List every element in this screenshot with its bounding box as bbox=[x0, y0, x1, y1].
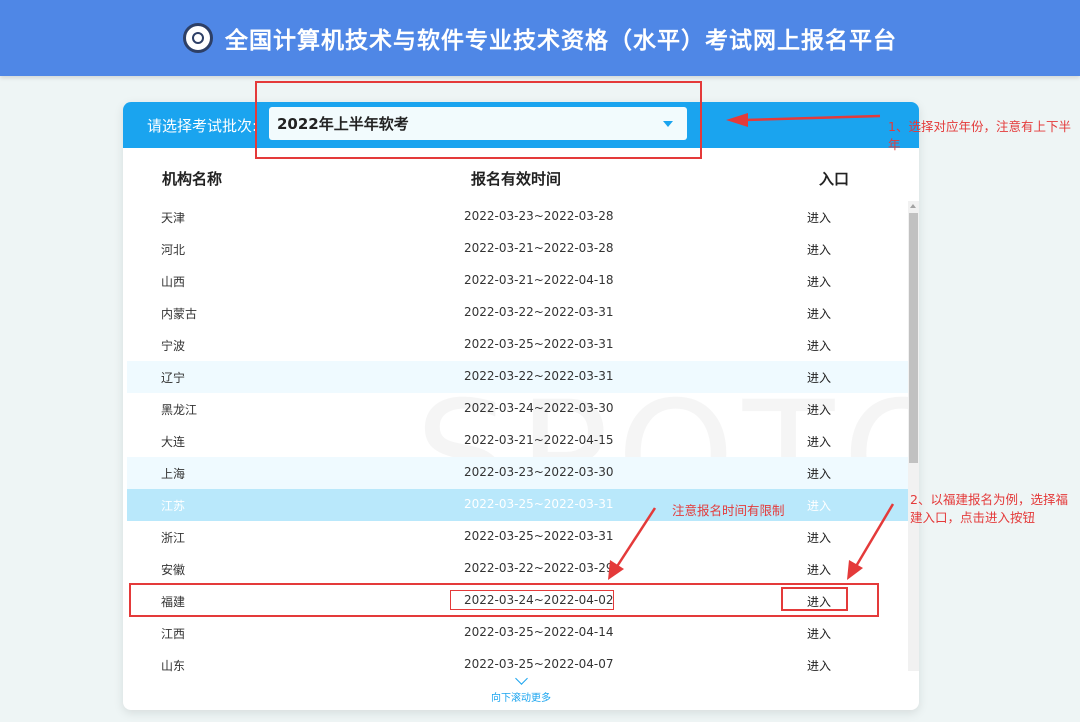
enter-button[interactable]: 进入 bbox=[807, 561, 831, 578]
chevron-down-icon bbox=[663, 121, 673, 127]
institution-name: 内蒙古 bbox=[161, 307, 198, 321]
table-row: 安徽 2022-03-22~2022-03-29 进入 bbox=[127, 553, 909, 585]
logo-icon bbox=[183, 23, 213, 53]
table-row: 黑龙江 2022-03-24~2022-03-30 进入 bbox=[127, 393, 909, 425]
column-header-entry: 入口 bbox=[819, 170, 850, 188]
table-row: 上海 2022-03-23~2022-03-30 进入 bbox=[127, 457, 909, 489]
top-header: 全国计算机技术与软件专业技术资格（水平）考试网上报名平台 bbox=[0, 0, 1080, 76]
enter-button[interactable]: 进入 bbox=[807, 625, 831, 642]
registration-time: 2022-03-21~2022-04-15 bbox=[464, 433, 614, 447]
annotation-note-1: 1、选择对应年份，注意有上下半年 bbox=[888, 119, 1071, 152]
institution-name: 安徽 bbox=[161, 563, 186, 577]
registration-panel: SPOTO 请选择考试批次: 2022年上半年软考 机构名称 报名有效时间 入口… bbox=[123, 102, 919, 710]
registration-time: 2022-03-23~2022-03-28 bbox=[464, 209, 614, 223]
table-row: 江苏 2022-03-25~2022-03-31 进入 bbox=[127, 489, 909, 521]
scroll-more-label: 向下滚动更多 bbox=[491, 693, 551, 704]
institution-name: 辽宁 bbox=[161, 371, 186, 385]
registration-time: 2022-03-25~2022-03-31 bbox=[464, 497, 614, 511]
enter-button[interactable]: 进入 bbox=[807, 529, 831, 546]
annotation-note-3: 注意报名时间有限制 bbox=[672, 503, 785, 518]
table-row: 河北 2022-03-21~2022-03-28 进入 bbox=[127, 233, 909, 265]
enter-button[interactable]: 进入 bbox=[807, 465, 831, 482]
enter-button[interactable]: 进入 bbox=[807, 241, 831, 258]
enter-button[interactable]: 进入 bbox=[807, 273, 831, 290]
institution-name: 江苏 bbox=[161, 499, 186, 513]
batch-bar: 请选择考试批次: 2022年上半年软考 bbox=[123, 102, 919, 148]
enter-button[interactable]: 进入 bbox=[807, 305, 831, 322]
registration-time: 2022-03-25~2022-04-14 bbox=[464, 625, 614, 639]
institution-name: 江西 bbox=[161, 627, 186, 641]
registration-time: 2022-03-25~2022-03-31 bbox=[464, 529, 614, 543]
registration-time: 2022-03-22~2022-03-29 bbox=[464, 561, 614, 575]
table-row: 山西 2022-03-21~2022-04-18 进入 bbox=[127, 265, 909, 297]
enter-button[interactable]: 进入 bbox=[807, 369, 831, 386]
registration-time: 2022-03-22~2022-03-31 bbox=[464, 369, 614, 383]
table-row: 大连 2022-03-21~2022-04-15 进入 bbox=[127, 425, 909, 457]
enter-button[interactable]: 进入 bbox=[807, 209, 831, 226]
institution-name: 天津 bbox=[161, 211, 186, 225]
table-row: 辽宁 2022-03-22~2022-03-31 进入 bbox=[127, 361, 909, 393]
enter-button[interactable]: 进入 bbox=[807, 337, 831, 354]
list-scrollbar[interactable] bbox=[908, 201, 919, 671]
institution-name: 上海 bbox=[161, 467, 186, 481]
annotation-note-2: 2、以福建报名为例，选择福建入口，点击进入按钮 bbox=[910, 492, 1068, 525]
scroll-thumb[interactable] bbox=[909, 213, 918, 463]
column-header-institution: 机构名称 bbox=[162, 170, 223, 188]
institution-name: 福建 bbox=[161, 595, 186, 609]
registration-time: 2022-03-21~2022-03-28 bbox=[464, 241, 614, 255]
batch-select[interactable]: 2022年上半年软考 bbox=[269, 107, 687, 140]
institution-name: 河北 bbox=[161, 243, 186, 257]
institution-name: 浙江 bbox=[161, 531, 186, 545]
registration-time: 2022-03-24~2022-04-02 bbox=[464, 593, 614, 607]
table-row: 江西 2022-03-25~2022-04-14 进入 bbox=[127, 617, 909, 649]
registration-time: 2022-03-23~2022-03-30 bbox=[464, 465, 614, 479]
institution-name: 山西 bbox=[161, 275, 186, 289]
enter-button[interactable]: 进入 bbox=[807, 497, 831, 514]
institution-name: 黑龙江 bbox=[161, 403, 198, 417]
batch-select-value: 2022年上半年软考 bbox=[277, 115, 409, 133]
institution-name: 宁波 bbox=[161, 339, 186, 353]
table-row: 浙江 2022-03-25~2022-03-31 进入 bbox=[127, 521, 909, 553]
table-row: 内蒙古 2022-03-22~2022-03-31 进入 bbox=[127, 297, 909, 329]
table-row: 福建 2022-03-24~2022-04-02 进入 bbox=[127, 585, 909, 617]
table-row: 宁波 2022-03-25~2022-03-31 进入 bbox=[127, 329, 909, 361]
enter-button[interactable]: 进入 bbox=[807, 401, 831, 418]
scroll-more[interactable]: 向下滚动更多 bbox=[123, 672, 919, 704]
enter-button[interactable]: 进入 bbox=[807, 433, 831, 450]
institution-list: 天津 2022-03-23~2022-03-28 进入 河北 2022-03-21~2… bbox=[123, 201, 909, 681]
institution-name: 大连 bbox=[161, 435, 186, 449]
registration-time: 2022-03-21~2022-04-18 bbox=[464, 273, 614, 287]
institution-name: 山东 bbox=[161, 659, 186, 673]
chevron-down-icon bbox=[514, 672, 528, 685]
registration-time: 2022-03-22~2022-03-31 bbox=[464, 305, 614, 319]
column-header-time: 报名有效时间 bbox=[471, 170, 562, 188]
scroll-up-arrow-icon[interactable] bbox=[910, 204, 916, 208]
batch-label: 请选择考试批次: bbox=[147, 116, 258, 135]
enter-button[interactable]: 进入 bbox=[807, 593, 831, 610]
page-title: 全国计算机技术与软件专业技术资格（水平）考试网上报名平台 bbox=[225, 28, 897, 54]
table-row: 天津 2022-03-23~2022-03-28 进入 bbox=[127, 201, 909, 233]
registration-time: 2022-03-25~2022-03-31 bbox=[464, 337, 614, 351]
registration-time: 2022-03-24~2022-03-30 bbox=[464, 401, 614, 415]
enter-button[interactable]: 进入 bbox=[807, 657, 831, 674]
registration-time: 2022-03-25~2022-04-07 bbox=[464, 657, 614, 671]
